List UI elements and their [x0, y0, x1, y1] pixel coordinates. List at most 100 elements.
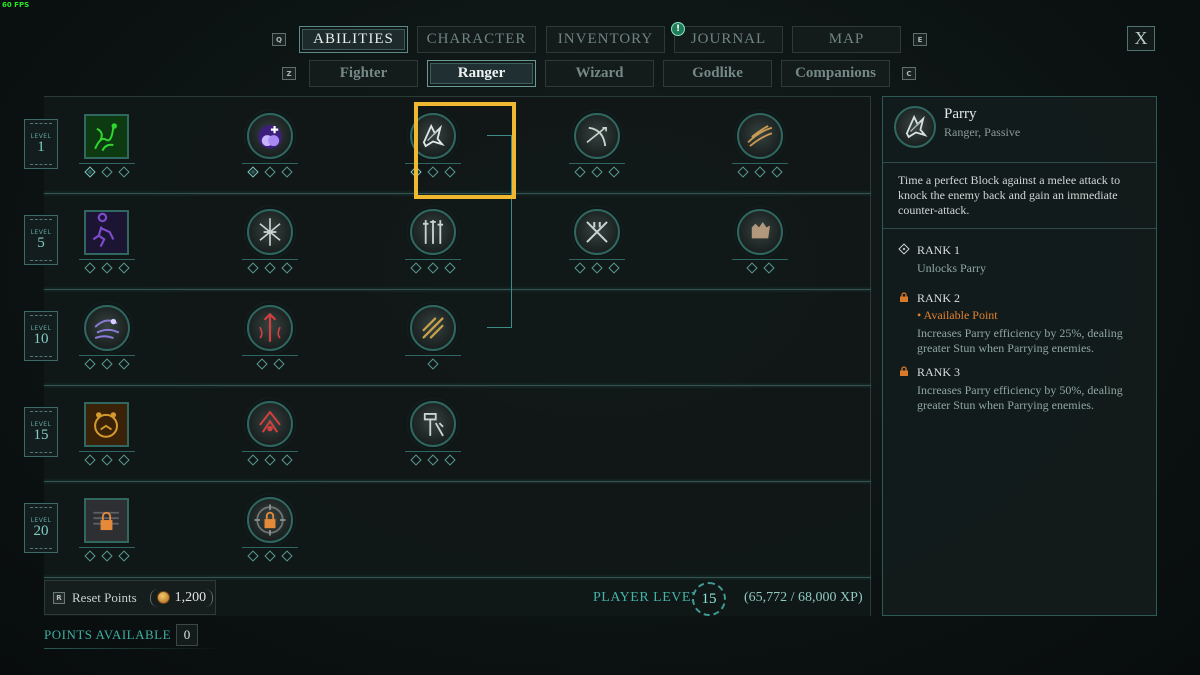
rank-pip-empty: [427, 262, 439, 274]
ability-node[interactable]: [77, 401, 137, 481]
node-underline: [569, 163, 625, 164]
rank-pip-empty: [272, 358, 285, 370]
tier-divider: [44, 385, 871, 386]
rank-pip-filled: [247, 166, 259, 178]
locked-sigil-icon: [247, 497, 293, 543]
locked-shield-icon: [84, 498, 129, 543]
rank-pip-empty: [118, 454, 130, 466]
crossed-blades-icon: [574, 209, 620, 255]
level-badge-1: LEVEL 1: [24, 119, 58, 169]
reset-key: R: [53, 591, 65, 604]
rank-available-point: • Available Point: [917, 308, 998, 322]
subtab-ranger[interactable]: Ranger: [427, 60, 536, 87]
prev-class-key[interactable]: Z: [282, 67, 296, 80]
rank-pip-empty: [247, 454, 259, 466]
subtab-godlike[interactable]: Godlike: [663, 60, 772, 87]
tab-abilities[interactable]: ABILITIES: [299, 26, 408, 53]
rank-pip-empty: [101, 454, 113, 466]
ability-node[interactable]: [730, 209, 790, 289]
rank-pip-empty: [264, 454, 276, 466]
level-badge-15: LEVEL 15: [24, 407, 58, 457]
rank-pip-empty: [444, 262, 456, 274]
details-header: Parry Ranger, Passive: [883, 97, 1156, 163]
ability-node[interactable]: [240, 113, 300, 193]
rank-text: Increases Parry efficiency by 50%, deali…: [917, 383, 1123, 412]
riposte-icon: [410, 305, 456, 351]
bear-roar-icon: [84, 402, 129, 447]
ability-node[interactable]: [77, 113, 137, 193]
level-badge-10: LEVEL 10: [24, 311, 58, 361]
rank-pip-empty: [118, 550, 130, 562]
subtab-wizard[interactable]: Wizard: [545, 60, 654, 87]
rank-pip-empty: [247, 550, 259, 562]
tier-divider: [44, 481, 871, 482]
tier-divider: [44, 577, 871, 578]
ability-node[interactable]: [240, 305, 300, 385]
rank-pips: [403, 262, 463, 274]
ability-node[interactable]: [567, 113, 627, 193]
node-underline: [405, 259, 461, 260]
war-cry-icon: [247, 401, 293, 447]
rank-pips: [567, 166, 627, 178]
lock-icon: [900, 292, 908, 302]
rank-pip-empty: [281, 166, 293, 178]
ability-node[interactable]: [240, 209, 300, 289]
xp-readout: (65,772 / 68,000 XP): [744, 590, 863, 605]
node-underline: [79, 163, 135, 164]
prev-tab-key[interactable]: Q: [272, 33, 286, 46]
tab-inventory[interactable]: INVENTORY: [546, 26, 665, 53]
tier-divider: [44, 289, 871, 290]
tab-character[interactable]: CHARACTER: [417, 26, 536, 53]
rank-pip-empty: [762, 262, 775, 274]
node-underline: [242, 355, 298, 356]
parry-icon: [894, 106, 936, 148]
points-underline: [44, 648, 224, 649]
node-underline: [732, 259, 788, 260]
next-class-key[interactable]: C: [902, 67, 916, 80]
next-tab-key[interactable]: E: [913, 33, 927, 46]
quick-strike-icon: [737, 113, 783, 159]
ability-node[interactable]: [403, 401, 463, 481]
ability-name: Parry: [944, 106, 977, 122]
ability-node[interactable]: [240, 497, 300, 577]
ability-node[interactable]: [403, 209, 463, 289]
node-underline: [79, 355, 135, 356]
rank-pip-empty: [84, 262, 96, 274]
subtab-companions[interactable]: Companions: [781, 60, 890, 87]
rank-pip-empty: [754, 166, 766, 178]
rank-pips: [240, 262, 300, 274]
tab-journal[interactable]: JOURNAL: [674, 26, 783, 53]
rank-3: RANK 3 Increases Parry efficiency by 50%…: [898, 365, 1148, 413]
ability-node[interactable]: [77, 497, 137, 577]
ability-node[interactable]: [567, 209, 627, 289]
ability-node[interactable]: [77, 305, 137, 385]
ability-node[interactable]: [77, 209, 137, 289]
reset-points-label: Reset Points: [72, 589, 137, 605]
rank-pip-empty: [427, 358, 439, 370]
reset-points-button[interactable]: R Reset Points 1,200: [44, 580, 216, 615]
rank-pips: [77, 550, 137, 562]
ability-node[interactable]: [730, 113, 790, 193]
rank-pip-empty: [101, 262, 113, 274]
ability-node[interactable]: [240, 401, 300, 481]
level-number: 5: [37, 235, 45, 251]
rank-pip-empty: [101, 166, 113, 178]
tree-connector: [487, 327, 512, 328]
close-button[interactable]: X: [1127, 26, 1155, 51]
points-available-value: 0: [176, 624, 198, 646]
rank-unlocked-icon: [898, 243, 910, 255]
reset-cost-value: 1,200: [174, 589, 207, 605]
subtab-fighter[interactable]: Fighter: [309, 60, 418, 87]
rank-title: RANK 3: [917, 365, 961, 379]
ability-node[interactable]: [403, 305, 463, 385]
hammer-smash-icon: [410, 401, 456, 447]
rank-title: RANK 1: [917, 243, 961, 257]
level-number: 20: [33, 523, 49, 539]
rank-pip-empty: [591, 262, 603, 274]
node-underline: [242, 451, 298, 452]
selected-ability-highlight: [414, 102, 516, 199]
tab-map[interactable]: MAP: [792, 26, 901, 53]
rank-pip-empty: [281, 454, 293, 466]
node-underline: [79, 547, 135, 548]
rank-pip-empty: [84, 550, 96, 562]
